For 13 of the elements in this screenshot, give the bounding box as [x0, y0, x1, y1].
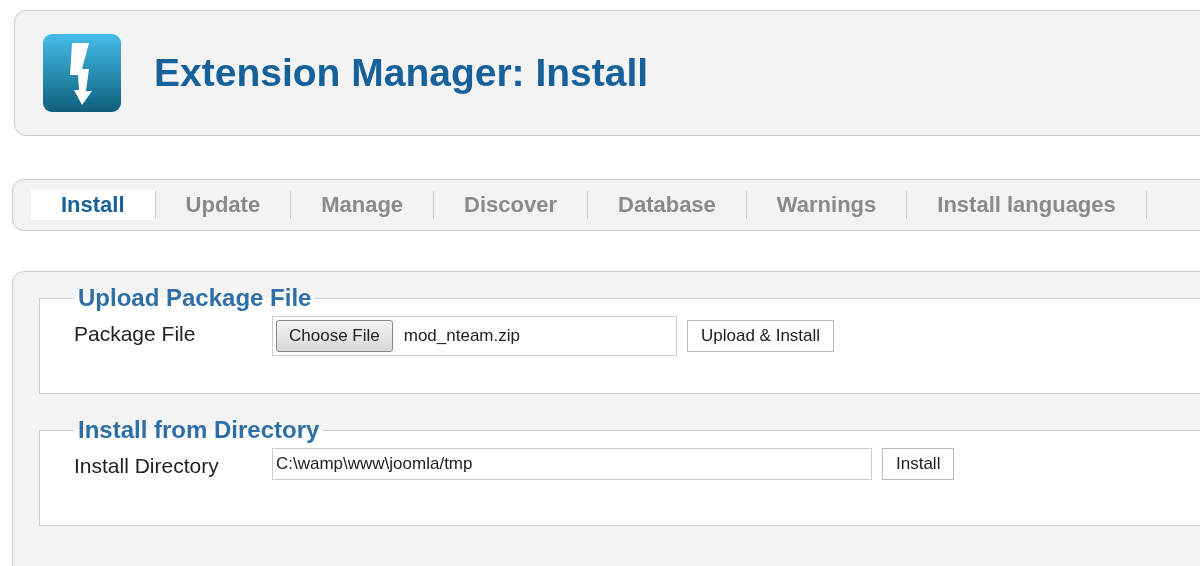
- section-legend: Install from Directory: [74, 416, 324, 444]
- directory-input-field[interactable]: C:\wamp\www\joomla/tmp: [272, 448, 872, 480]
- install-button[interactable]: Install: [882, 448, 955, 480]
- file-input-field[interactable]: Choose File mod_nteam.zip: [272, 316, 677, 356]
- page-title: Extension Manager: Install: [154, 51, 649, 95]
- field-label: Install Directory: [74, 454, 220, 478]
- lightning-bolt-icon: [42, 33, 122, 113]
- file-name: mod_nteam.zip: [403, 326, 520, 346]
- choose-file-button[interactable]: Choose File: [276, 320, 393, 352]
- tab[interactable]: Install: [31, 190, 155, 220]
- install-button[interactable]: Upload & Install: [687, 320, 835, 352]
- field-label: Package File: [74, 322, 197, 346]
- section-legend: Upload Package File: [74, 284, 316, 312]
